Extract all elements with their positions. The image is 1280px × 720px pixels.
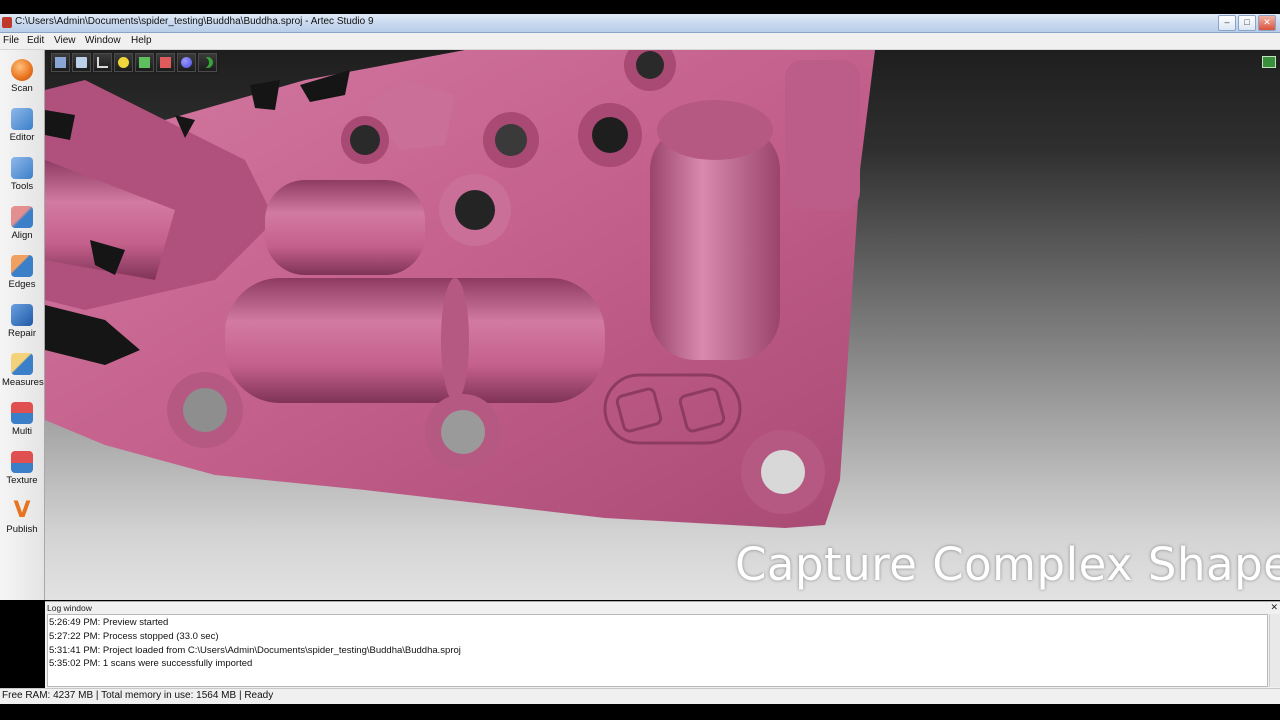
tools-sidebar: Scan Editor Tools Align Edges Repair Mea… [0, 50, 45, 600]
scan-icon [11, 59, 33, 81]
sidebar-measures-button[interactable]: Measures [2, 348, 44, 394]
menu-view[interactable]: View [54, 35, 76, 46]
sidebar-align-button[interactable]: Align [2, 201, 42, 247]
log-window: Log window ✕ 5:26:49 PM: Preview started… [45, 601, 1280, 688]
sidebar-editor-button[interactable]: Editor [2, 103, 42, 149]
publish-icon: V [13, 498, 31, 523]
sidebar-scan-button[interactable]: Scan [2, 54, 42, 100]
editor-icon [11, 108, 33, 130]
close-icon[interactable]: ✕ [1258, 15, 1276, 31]
light-icon[interactable] [114, 53, 133, 72]
video-frame-bottom [0, 704, 1280, 720]
maximize-icon[interactable]: □ [1238, 15, 1256, 31]
window-controls: – □ ✕ [1218, 15, 1276, 31]
crescent-icon[interactable] [198, 53, 217, 72]
status-text: Free RAM: 4237 MB | Total memory in use:… [2, 690, 274, 701]
align-icon [11, 206, 33, 228]
cube-view-icon[interactable] [51, 53, 70, 72]
measures-icon [11, 353, 33, 375]
sidebar-publish-button[interactable]: V Publish [2, 495, 42, 541]
repair-icon [11, 304, 33, 326]
sidebar-texture-button[interactable]: Texture [2, 446, 42, 492]
3d-viewport[interactable]: Capture Complex Shapes [45, 50, 1280, 600]
sidebar-edges-button[interactable]: Edges [2, 250, 42, 296]
log-content[interactable]: 5:26:49 PM: Preview started 5:27:22 PM: … [47, 614, 1268, 687]
solid-render-icon[interactable] [135, 53, 154, 72]
sidebar-repair-button[interactable]: Repair [2, 299, 42, 345]
fit-view-icon[interactable] [72, 53, 91, 72]
multi-icon [11, 402, 33, 424]
menu-help[interactable]: Help [131, 35, 152, 46]
scanned-model [45, 50, 875, 528]
sidebar-tools-button[interactable]: Tools [2, 152, 42, 198]
axes-icon[interactable] [93, 53, 112, 72]
log-scrollbar[interactable] [1269, 614, 1280, 687]
video-caption: Capture Complex Shapes [735, 538, 1280, 591]
menu-file[interactable]: File [3, 35, 19, 46]
video-frame-top [0, 0, 1280, 14]
edges-icon [11, 255, 33, 277]
minimize-icon[interactable]: – [1218, 15, 1236, 31]
log-line: 5:35:02 PM: 1 scans were successfully im… [49, 658, 253, 669]
view-toolbar [48, 52, 220, 74]
texture-render-icon[interactable] [156, 53, 175, 72]
window-title: C:\Users\Admin\Documents\spider_testing\… [15, 16, 374, 27]
texture-icon [11, 451, 33, 473]
menu-bar: File Edit View Window Help [0, 33, 1280, 50]
app-icon [2, 17, 12, 28]
sidebar-multi-button[interactable]: Multi [2, 397, 42, 443]
tools-icon [11, 157, 33, 179]
log-window-title: Log window [47, 603, 92, 613]
log-line: 5:26:49 PM: Preview started [49, 617, 169, 628]
status-bar: Free RAM: 4237 MB | Total memory in use:… [0, 688, 1280, 704]
log-line: 5:31:41 PM: Project loaded from C:\Users… [49, 645, 461, 656]
menu-window[interactable]: Window [85, 35, 121, 46]
title-bar[interactable]: C:\Users\Admin\Documents\spider_testing\… [0, 14, 1280, 33]
menu-edit[interactable]: Edit [27, 35, 44, 46]
log-close-icon[interactable]: ✕ [1270, 602, 1278, 613]
panel-toggle-icon[interactable] [1262, 56, 1276, 68]
sphere-icon[interactable] [177, 53, 196, 72]
log-line: 5:27:22 PM: Process stopped (33.0 sec) [49, 631, 219, 642]
